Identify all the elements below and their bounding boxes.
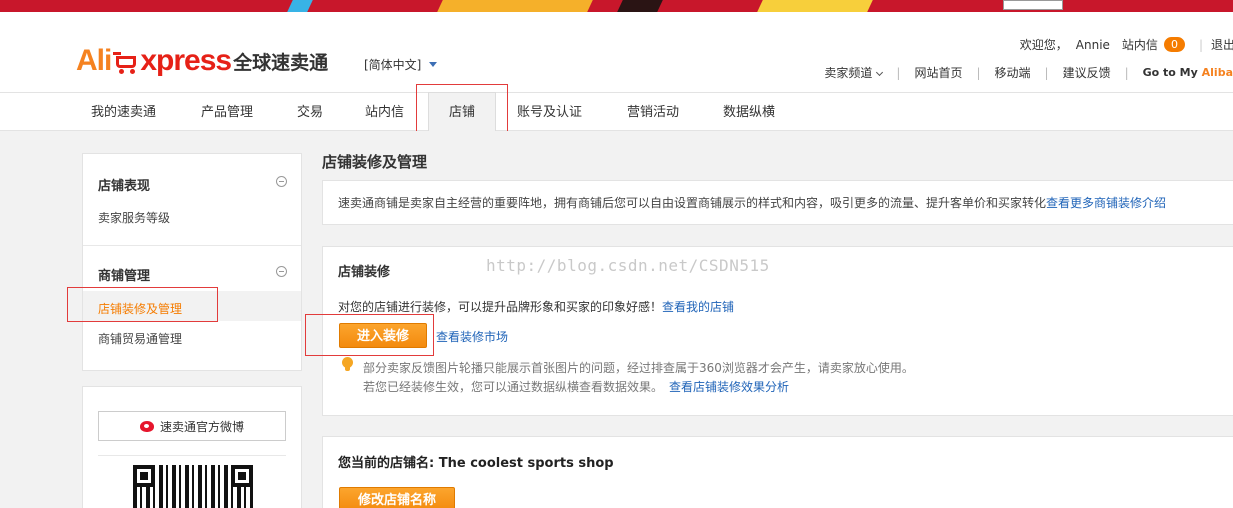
homepage-link[interactable]: 网站首页 [914, 64, 962, 81]
decoration-title: 店铺装修 [338, 265, 391, 280]
watermark-text: http://blog.csdn.net/CSDN515 [486, 256, 770, 275]
divider [98, 455, 286, 456]
tab-messages[interactable]: 站内信 [365, 93, 404, 132]
chevron-down-icon [876, 68, 884, 77]
decoration-panel: 店铺装修 对您的店铺进行装修，可以提升品牌形象和买家的印象好感！查看我的店铺 进… [322, 246, 1233, 416]
tab-account[interactable]: 账号及认证 [517, 93, 582, 132]
banner-decoration [437, 0, 593, 12]
logo-ali: Ali [76, 44, 112, 77]
shop-name: 您当前的店铺名: The coolest sports shop [338, 456, 614, 471]
tip2-text: 若您已经装修生效，您可以通过数据纵横查看数据效果。 [363, 380, 664, 394]
logout-link[interactable]: 退出 [1211, 36, 1233, 53]
sidebar-weibo-panel: 速卖通官方微博 [82, 386, 302, 508]
seller-channel-label: 卖家频道 [824, 66, 873, 80]
goto-brand: Aliba [1201, 66, 1233, 79]
tab-my-aliexpress[interactable]: 我的速卖通 [91, 93, 156, 132]
banner-qr-code [1003, 0, 1063, 10]
view-my-store-link[interactable]: 查看我的店铺 [662, 300, 734, 314]
aliexpress-logo[interactable]: Ali xpress 全球速卖通 [76, 42, 328, 76]
shop-name-panel: 您当前的店铺名: The coolest sports shop 修改店铺名称 [322, 436, 1233, 508]
user-name[interactable]: Annie [1076, 38, 1110, 52]
weibo-icon [139, 420, 154, 432]
page-title: 店铺装修及管理 [322, 153, 428, 171]
banner-decoration [287, 0, 313, 12]
sidebar-section-title[interactable]: 店铺表现 [98, 175, 150, 194]
seller-channel-link[interactable]: 卖家频道 [824, 64, 884, 81]
sidebar-section-title[interactable]: 商铺管理 [98, 265, 150, 284]
welcome-text: 欢迎您， [1019, 38, 1068, 52]
site-header: Ali xpress 全球速卖通 [简体中文] 欢迎您， Annie 站内信 0… [0, 12, 1233, 92]
sidebar-item-service-level[interactable]: 卖家服务等级 [98, 209, 170, 226]
tab-products[interactable]: 产品管理 [201, 93, 253, 132]
goto-my-alibaba-link[interactable]: Go to My Aliba [1143, 66, 1233, 79]
cart-icon [113, 50, 139, 74]
logo-xpress: xpress [140, 44, 232, 77]
weibo-label: 速卖通官方微博 [159, 419, 244, 434]
banner-decoration [617, 0, 663, 12]
goto-prefix: Go to My [1142, 66, 1202, 79]
highlight-box [67, 287, 218, 322]
header-links: 卖家频道 | 网站首页 | 移动端 | 建议反馈 | Go to My Alib… [824, 64, 1233, 81]
more-intro-link[interactable]: 查看更多商铺装修介绍 [1046, 196, 1166, 210]
feedback-link[interactable]: 建议反馈 [1063, 64, 1111, 81]
top-promo-banner[interactable] [0, 0, 1233, 12]
divider: | [1198, 37, 1203, 52]
decoration-analysis-link[interactable]: 查看店铺装修效果分析 [669, 380, 789, 394]
tab-transactions[interactable]: 交易 [297, 93, 323, 132]
tab-data[interactable]: 数据纵横 [723, 93, 775, 132]
lightbulb-icon [342, 357, 353, 371]
decoration-market-link[interactable]: 查看装修市场 [436, 328, 508, 345]
language-selector[interactable]: [简体中文] [364, 56, 438, 73]
sidebar-menu: 店铺表现 卖家服务等级 商铺管理 店铺装修及管理 商铺贸易通管理 [82, 153, 302, 371]
decoration-desc: 对您的店铺进行装修，可以提升品牌形象和买家的印象好感！查看我的店铺 [338, 298, 734, 315]
messages-count-badge: 0 [1163, 37, 1185, 52]
qr-code-image [133, 465, 253, 508]
weibo-button[interactable]: 速卖通官方微博 [98, 411, 286, 441]
decoration-desc-text: 对您的店铺进行装修，可以提升品牌形象和买家的印象好感！ [338, 300, 663, 314]
collapse-icon[interactable] [276, 266, 287, 277]
main-nav: 我的速卖通 产品管理 交易 站内信 店铺 账号及认证 营销活动 数据纵横 [0, 92, 1233, 134]
intro-text: 速卖通商铺是卖家自主经营的重要阵地，拥有商铺后您可以自由设置商铺展示的样式和内容… [338, 196, 1047, 210]
caret-down-icon [429, 62, 438, 67]
tip-text: 部分卖家反馈图片轮播只能展示首张图片的问题，经过排查属于360浏览器才会产生，请… [363, 361, 914, 375]
messages-link[interactable]: 站内信 [1122, 36, 1158, 53]
logo-cn: 全球速卖通 [233, 52, 329, 74]
divider: | [976, 65, 981, 80]
user-bar: 欢迎您， Annie 站内信 0 | 退出 [1020, 36, 1233, 53]
sidebar-item-trade-manager[interactable]: 商铺贸易通管理 [98, 330, 182, 347]
language-label: [简体中文] [364, 58, 422, 72]
highlight-box [305, 314, 434, 356]
tip-text-2: 若您已经装修生效，您可以通过数据纵横查看数据效果。 查看店铺装修效果分析 [363, 378, 789, 395]
tab-marketing[interactable]: 营销活动 [627, 93, 679, 132]
collapse-icon[interactable] [276, 176, 287, 187]
divider: | [896, 65, 901, 80]
intro-panel: 速卖通商铺是卖家自主经营的重要阵地，拥有商铺后您可以自由设置商铺展示的样式和内容… [322, 180, 1233, 225]
rename-store-button[interactable]: 修改店铺名称 [339, 487, 455, 508]
divider [83, 245, 301, 246]
banner-decoration [757, 0, 873, 12]
divider: | [1124, 65, 1129, 80]
mobile-link[interactable]: 移动端 [995, 64, 1031, 81]
divider: | [1044, 65, 1049, 80]
